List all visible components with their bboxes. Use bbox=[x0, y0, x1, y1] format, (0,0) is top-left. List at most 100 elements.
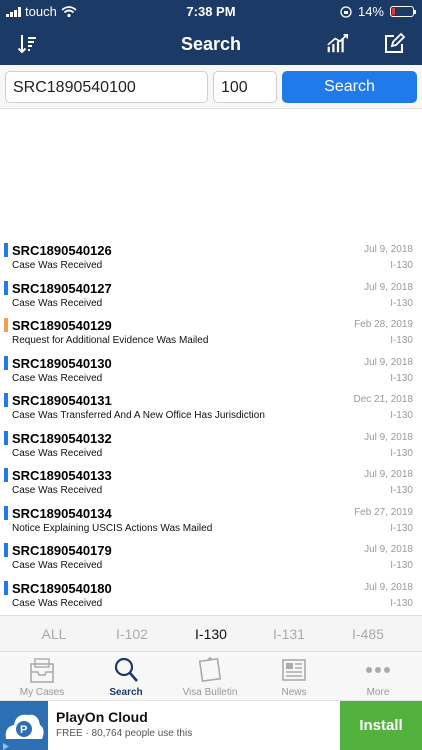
case-date: Jul 9, 2018 bbox=[364, 244, 413, 255]
search-form: SRC1890540100 100 Search bbox=[0, 65, 422, 109]
results-list: SRC1890540126 Case Was Received Jul 9, 201… bbox=[0, 240, 422, 615]
case-status: Case Was Received bbox=[12, 260, 103, 271]
case-date: Jul 9, 2018 bbox=[364, 469, 413, 480]
status-indicator bbox=[4, 543, 8, 557]
tab-my-cases[interactable]: My Cases bbox=[0, 652, 84, 701]
filter-i485[interactable]: I-485 bbox=[328, 626, 408, 642]
case-status: Request for Additional Evidence Was Mail… bbox=[12, 335, 209, 346]
case-status: Case Was Transferred And A New Office Ha… bbox=[12, 410, 265, 421]
install-button[interactable]: Install bbox=[340, 701, 422, 750]
tab-label: More bbox=[366, 687, 390, 698]
case-form-type: I-130 bbox=[390, 447, 413, 459]
case-row[interactable]: SRC1890540179 Case Was Received Jul 9, 201… bbox=[0, 540, 422, 578]
tab-visa-bulletin[interactable]: Visa Bulletin bbox=[168, 652, 252, 701]
status-indicator bbox=[4, 580, 8, 595]
inbox-icon bbox=[30, 658, 54, 683]
playon-logo: P bbox=[0, 701, 48, 750]
case-row[interactable]: SRC1890540133 Case Was Received Jul 9, 201… bbox=[0, 465, 422, 503]
case-form-type: I-130 bbox=[390, 372, 413, 384]
navigation-bar: Search bbox=[0, 22, 422, 65]
status-indicator bbox=[4, 280, 8, 295]
case-status: Case Was Received bbox=[12, 597, 103, 609]
battery-percent: 14% bbox=[357, 4, 384, 19]
case-status: Case Was Received bbox=[12, 560, 103, 571]
status-indicator bbox=[4, 243, 8, 257]
case-date: Dec 21, 2018 bbox=[353, 394, 414, 405]
case-form-type: I-130 bbox=[390, 522, 413, 534]
status-indicator bbox=[4, 505, 8, 520]
case-status: Case Was Received bbox=[12, 485, 103, 496]
case-row[interactable]: SRC1890540131 Case Was Transferred And A … bbox=[0, 390, 422, 428]
battery-icon bbox=[390, 6, 416, 17]
case-number: SRC1890540134 bbox=[12, 505, 112, 521]
case-form-type: I-130 bbox=[390, 335, 413, 346]
page-title: Search bbox=[180, 34, 242, 54]
case-form-type: I-130 bbox=[390, 485, 413, 496]
case-status: Case Was Received bbox=[12, 297, 103, 309]
news-icon bbox=[282, 659, 306, 681]
status-bar: touch 7:38 PM 14% bbox=[0, 0, 422, 22]
tab-news[interactable]: News bbox=[252, 652, 336, 701]
case-number: SRC1890540126 bbox=[12, 243, 112, 258]
tab-search[interactable]: Search bbox=[84, 652, 168, 701]
case-number: SRC1890540179 bbox=[12, 543, 112, 558]
case-number: SRC1890540132 bbox=[12, 430, 112, 446]
case-number: SRC1890540180 bbox=[12, 580, 112, 596]
case-number-input[interactable]: SRC1890540100 bbox=[5, 71, 208, 103]
more-icon bbox=[366, 667, 390, 673]
status-indicator bbox=[4, 430, 8, 445]
case-row[interactable]: SRC1890540130 Case Was Received Jul 9, 201… bbox=[0, 353, 422, 391]
case-number: SRC1890540131 bbox=[12, 393, 112, 408]
tab-bar: My Cases Search Visa Bulletin News More bbox=[0, 651, 422, 700]
filter-i130[interactable]: I-130 bbox=[171, 626, 251, 642]
chart-icon[interactable] bbox=[326, 32, 350, 56]
case-form-type: I-130 bbox=[390, 260, 413, 271]
case-number: SRC1890540133 bbox=[12, 468, 112, 483]
status-indicator bbox=[4, 468, 8, 482]
tab-label: My Cases bbox=[19, 687, 65, 698]
case-status: Notice Explaining USCIS Actions Was Mail… bbox=[12, 522, 213, 534]
ad-banner[interactable]: P PlayOn Cloud FREE · 80,764 people use … bbox=[0, 700, 422, 750]
status-right: 14% bbox=[340, 4, 416, 19]
filter-i102[interactable]: I-102 bbox=[92, 626, 172, 642]
tab-label: Search bbox=[109, 687, 143, 698]
case-row[interactable]: SRC1890540132 Case Was Received Jul 9, 201… bbox=[0, 428, 422, 466]
case-row[interactable]: SRC1890540129 Request for Additional Evid… bbox=[0, 315, 422, 353]
case-number: SRC1890540127 bbox=[12, 280, 112, 296]
count-input[interactable]: 100 bbox=[213, 71, 277, 103]
case-status: Case Was Received bbox=[12, 372, 103, 384]
status-indicator bbox=[4, 318, 8, 332]
case-form-type: I-130 bbox=[390, 597, 413, 609]
bulletin-icon bbox=[198, 657, 222, 683]
case-row[interactable]: SRC1890540180 Case Was Received Jul 9, 201… bbox=[0, 578, 422, 616]
status-indicator bbox=[4, 355, 8, 370]
case-date: Jul 9, 2018 bbox=[364, 544, 413, 555]
tab-label: Visa Bulletin bbox=[182, 687, 238, 698]
case-form-type: I-130 bbox=[390, 560, 413, 571]
case-status: Case Was Received bbox=[12, 447, 103, 459]
search-icon bbox=[114, 657, 138, 682]
form-filter-bar: ALL I-102 I-130 I-131 I-485 bbox=[0, 615, 422, 651]
ad-subtitle: FREE · 80,764 people use this bbox=[56, 728, 193, 739]
filter-i131[interactable]: I-131 bbox=[249, 626, 329, 642]
case-row[interactable]: SRC1890540134 Notice Explaining USCIS Act… bbox=[0, 503, 422, 541]
case-date: Jul 9, 2018 bbox=[364, 431, 413, 443]
tab-label: News bbox=[281, 687, 307, 698]
case-date: Feb 28, 2019 bbox=[354, 319, 413, 330]
case-date: Jul 9, 2018 bbox=[364, 356, 413, 368]
ad-app-name: PlayOn Cloud bbox=[56, 709, 148, 725]
filter-all[interactable]: ALL bbox=[14, 626, 94, 642]
tab-more[interactable]: More bbox=[336, 652, 420, 701]
case-date: Jul 9, 2018 bbox=[364, 581, 413, 593]
search-button[interactable]: Search bbox=[282, 71, 417, 103]
case-row[interactable]: SRC1890540127 Case Was Received Jul 9, 201… bbox=[0, 278, 422, 316]
compose-icon[interactable] bbox=[382, 32, 406, 56]
case-date: Jul 9, 2018 bbox=[364, 281, 413, 293]
case-date: Feb 27, 2019 bbox=[354, 506, 413, 518]
rotation-lock-icon bbox=[340, 5, 352, 18]
case-row[interactable]: SRC1890540126 Case Was Received Jul 9, 201… bbox=[0, 240, 422, 278]
case-number: SRC1890540129 bbox=[12, 318, 112, 333]
case-number: SRC1890540130 bbox=[12, 355, 112, 371]
status-indicator bbox=[4, 393, 8, 407]
case-form-type: I-130 bbox=[390, 410, 413, 421]
